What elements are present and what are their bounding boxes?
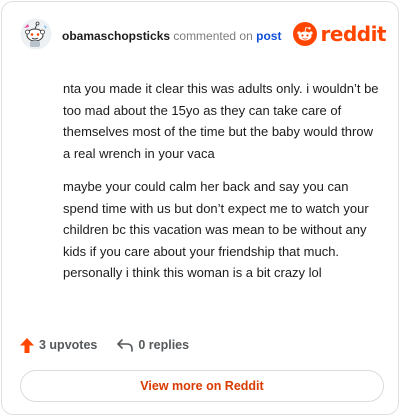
view-more-button[interactable]: View more on Reddit <box>20 370 384 402</box>
reddit-logo-icon <box>292 22 317 46</box>
reddit-wordmark: reddit <box>320 22 387 46</box>
comment-embed-card: obamaschopsticks commented on post reddi… <box>1 1 399 415</box>
commented-on-label: commented on <box>173 29 253 43</box>
avatar[interactable] <box>20 18 52 50</box>
comment-body: nta you made it clear this was adults on… <box>63 78 383 284</box>
comment-attribution: obamaschopsticks commented on post <box>62 29 281 43</box>
comment-footer: 3 upvotes 0 replies <box>20 336 189 354</box>
comment-paragraph: nta you made it clear this was adults on… <box>63 81 379 161</box>
upvote-arrow-icon <box>20 337 34 353</box>
comment-paragraph: maybe your could calm her back and say y… <box>63 179 369 280</box>
replies-stat[interactable]: 0 replies <box>117 338 189 352</box>
reddit-logo[interactable]: reddit <box>292 21 387 47</box>
username-link[interactable]: obamaschopsticks <box>62 29 170 43</box>
avatar-icon <box>20 18 52 50</box>
upvotes-stat[interactable]: 3 upvotes <box>20 337 98 353</box>
upvotes-count: 3 upvotes <box>39 338 98 352</box>
comment-header: obamaschopsticks commented on post reddi… <box>20 18 387 54</box>
post-link[interactable]: post <box>256 29 281 43</box>
replies-count: 0 replies <box>138 338 190 352</box>
reply-arrow-icon <box>117 339 134 352</box>
